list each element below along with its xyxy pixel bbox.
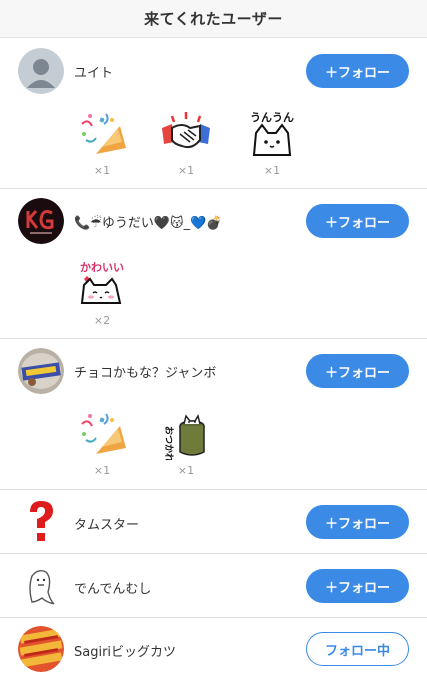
username[interactable]: タムスター	[74, 514, 139, 533]
stamp-item: かわいい ×2	[72, 258, 132, 334]
stamp-item: おつかれ さま ×1	[156, 408, 216, 484]
page-title: 来てくれたユーザー	[144, 10, 283, 28]
stamp-item: うんうん ×1	[242, 108, 302, 184]
follow-button[interactable]: ＋フォロー	[306, 569, 409, 603]
follow-button[interactable]: ＋フォロー	[306, 505, 409, 539]
divider	[0, 188, 427, 189]
otsukare-cat-stamp-icon: おつかれ さま	[158, 408, 214, 460]
stamp-count: ×1	[177, 164, 195, 177]
avatar-ghost-doodle[interactable]	[18, 562, 64, 608]
follow-button[interactable]: ＋フォロー	[306, 354, 409, 388]
username[interactable]: ユイト	[74, 62, 113, 81]
stamp-caption: うんうん	[250, 111, 294, 124]
username[interactable]: でんでんむし	[74, 578, 151, 597]
unun-cat-stamp-icon: うんうん	[244, 108, 300, 160]
stamp-count: ×2	[93, 314, 111, 327]
username[interactable]: チョコかもな？ジャンボ	[74, 362, 216, 381]
kawaii-cat-stamp-icon: かわいい	[74, 258, 130, 310]
stamp-item: ×1	[156, 108, 216, 184]
stamp-count: ×1	[263, 164, 281, 177]
username[interactable]: Sagiriビッグカツ	[74, 641, 176, 660]
avatar-kg-logo[interactable]	[18, 198, 64, 244]
stamp-item: ×1	[72, 108, 132, 184]
stamp-count: ×1	[93, 464, 111, 477]
divider	[0, 617, 427, 618]
follow-button[interactable]: ＋フォロー	[306, 54, 409, 88]
stamp-caption: おつかれ さま	[163, 426, 174, 460]
divider	[0, 489, 427, 490]
username[interactable]: 📞☔ゆうだい🖤😽_💙💣	[74, 212, 222, 231]
avatar-question-mark[interactable]	[18, 498, 64, 544]
handshake-stamp-icon	[158, 108, 214, 160]
following-button[interactable]: フォロー中	[306, 632, 409, 666]
stamp-caption: かわいい	[80, 261, 124, 274]
avatar-snack-package[interactable]	[18, 348, 64, 394]
stamp-count: ×1	[93, 164, 111, 177]
avatar-default[interactable]	[18, 48, 64, 94]
divider	[0, 338, 427, 339]
avatar-bigcutlet-snacks[interactable]	[18, 626, 64, 672]
divider	[0, 553, 427, 554]
stamp-item: ×1	[72, 408, 132, 484]
stamp-count: ×1	[177, 464, 195, 477]
party-popper-stamp-icon	[74, 108, 130, 160]
follow-button[interactable]: ＋フォロー	[306, 204, 409, 238]
party-popper-stamp-icon	[74, 408, 130, 460]
page-header: 来てくれたユーザー	[0, 0, 427, 38]
